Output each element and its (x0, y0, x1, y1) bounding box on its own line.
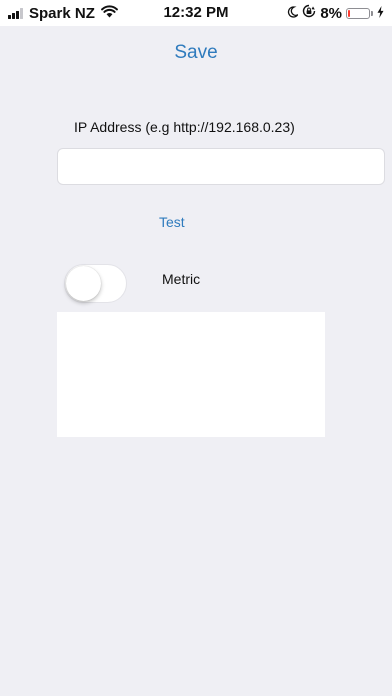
rotation-lock-icon (302, 4, 316, 22)
status-bar-right: 8% (283, 4, 384, 22)
battery-level-fill (348, 9, 350, 17)
save-button[interactable]: Save (0, 42, 392, 64)
battery-cap (371, 10, 373, 16)
charging-bolt-icon (377, 5, 384, 22)
battery-percent: 8% (320, 4, 342, 22)
toggle-knob[interactable] (66, 266, 101, 301)
test-button[interactable]: Test (159, 214, 185, 230)
ip-address-input[interactable] (57, 148, 385, 185)
metric-toggle[interactable] (64, 264, 127, 303)
battery-icon (346, 7, 370, 19)
metric-label: Metric (162, 271, 201, 287)
moon-icon (287, 5, 300, 22)
content-panel (57, 312, 325, 437)
status-bar: Spark NZ 12:32 PM 8% (0, 0, 392, 26)
ip-address-label: IP Address (e.g http://192.168.0.23) (74, 119, 295, 135)
